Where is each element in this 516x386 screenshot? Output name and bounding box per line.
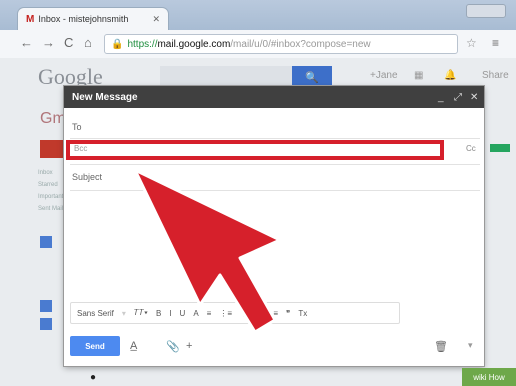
font-select[interactable]: Sans Serif [77, 309, 114, 318]
bold-icon[interactable]: B [156, 309, 161, 318]
formatting-toolbar: Sans Serif ▾ 𝑇𝑇▾ B I U A ≡ ⋮≡ ⋮≡ ≡ ≡ ❞ T… [70, 302, 400, 324]
menu-icon[interactable]: ≡ [492, 36, 499, 50]
cc-link[interactable]: Cc [466, 144, 476, 153]
indent-less-icon[interactable]: ≡ [261, 309, 266, 318]
url-scheme: https:// [127, 38, 158, 50]
topright-user[interactable]: +Jane [370, 70, 398, 81]
close-tab-icon[interactable]: ✕ [152, 14, 160, 25]
format-icon[interactable]: A̲ [130, 340, 137, 352]
compose-button[interactable] [40, 140, 66, 158]
forward-icon[interactable]: → [42, 35, 55, 50]
attach-icon[interactable]: 📎 [166, 340, 180, 353]
back-icon[interactable]: ← [20, 35, 33, 50]
avatar [40, 318, 52, 330]
more-options-icon[interactable]: ▾ [468, 340, 473, 351]
indent-more-icon[interactable]: ≡ [273, 309, 278, 318]
close-icon[interactable]: ✕ [470, 92, 478, 103]
apps-icon[interactable]: ▦ [414, 70, 423, 81]
tab-title: Inbox - mistejohnsmith [38, 14, 129, 24]
status-badge [490, 144, 510, 152]
dropdown-icon[interactable]: ▾ [122, 309, 126, 318]
divider [70, 138, 480, 139]
window-controls[interactable] [466, 4, 506, 18]
sidebar-item[interactable]: Inbox [38, 168, 53, 178]
underline-icon[interactable]: U [180, 309, 186, 318]
search-input[interactable] [160, 66, 292, 88]
compose-title[interactable]: New Message [64, 86, 484, 108]
numbered-list-icon[interactable]: ⋮≡ [219, 309, 232, 318]
text-color-icon[interactable]: A [193, 309, 198, 318]
reload-icon[interactable]: C [64, 35, 73, 50]
insert-icon[interactable]: + [186, 340, 192, 352]
clear-format-icon[interactable]: Tx [298, 309, 307, 318]
search-icon: 🔍 [305, 71, 319, 84]
url-path: /mail/u/0/#inbox?compose=new [230, 38, 371, 50]
search-button[interactable]: 🔍 [292, 66, 332, 88]
align-icon[interactable]: ≡ [207, 309, 212, 318]
gmail-icon: M [26, 13, 35, 25]
bullet-list-icon[interactable]: ⋮≡ [240, 309, 253, 318]
sidebar-item[interactable]: Starred [38, 180, 58, 190]
bookmark-star-icon[interactable]: ☆ [466, 36, 477, 50]
address-bar[interactable]: 🔒 https:// mail.google.com /mail/u/0/#in… [104, 34, 458, 54]
divider [70, 190, 480, 191]
subject-field[interactable]: Subject [72, 172, 102, 182]
bcc-field[interactable] [66, 140, 444, 160]
font-size-icon[interactable]: 𝑇𝑇▾ [134, 308, 148, 318]
bullet-icon: ● [90, 372, 97, 383]
notifications-icon[interactable]: 🔔 [444, 70, 456, 81]
avatar [40, 300, 52, 312]
trash-icon[interactable]: 🗑 [434, 340, 448, 353]
minimize-icon[interactable]: _ [438, 92, 444, 103]
compose-window [64, 86, 484, 366]
tab-inbox[interactable]: M Inbox - mistejohnsmith ✕ [18, 8, 168, 30]
avatar [40, 236, 52, 248]
expand-icon[interactable]: ⤢ [454, 92, 462, 103]
lock-icon: 🔒 [111, 38, 124, 50]
quote-icon[interactable]: ❞ [286, 309, 290, 318]
italic-icon[interactable]: I [169, 309, 171, 318]
sidebar-item[interactable]: Sent Mail [38, 204, 63, 214]
home-icon[interactable]: ⌂ [84, 35, 92, 50]
watermark: wiki How [462, 368, 516, 386]
send-button[interactable]: Send [70, 336, 120, 356]
url-host: mail.google.com [157, 38, 231, 50]
screen: { "browser": { "tab_title": "Inbox - mis… [0, 0, 516, 386]
right-panel [486, 90, 516, 386]
bcc-label: Bcc [74, 144, 88, 153]
to-label[interactable]: To [72, 122, 82, 132]
share-button[interactable]: Share [482, 70, 509, 81]
divider [70, 164, 480, 165]
sidebar-item[interactable]: Important [38, 192, 63, 202]
